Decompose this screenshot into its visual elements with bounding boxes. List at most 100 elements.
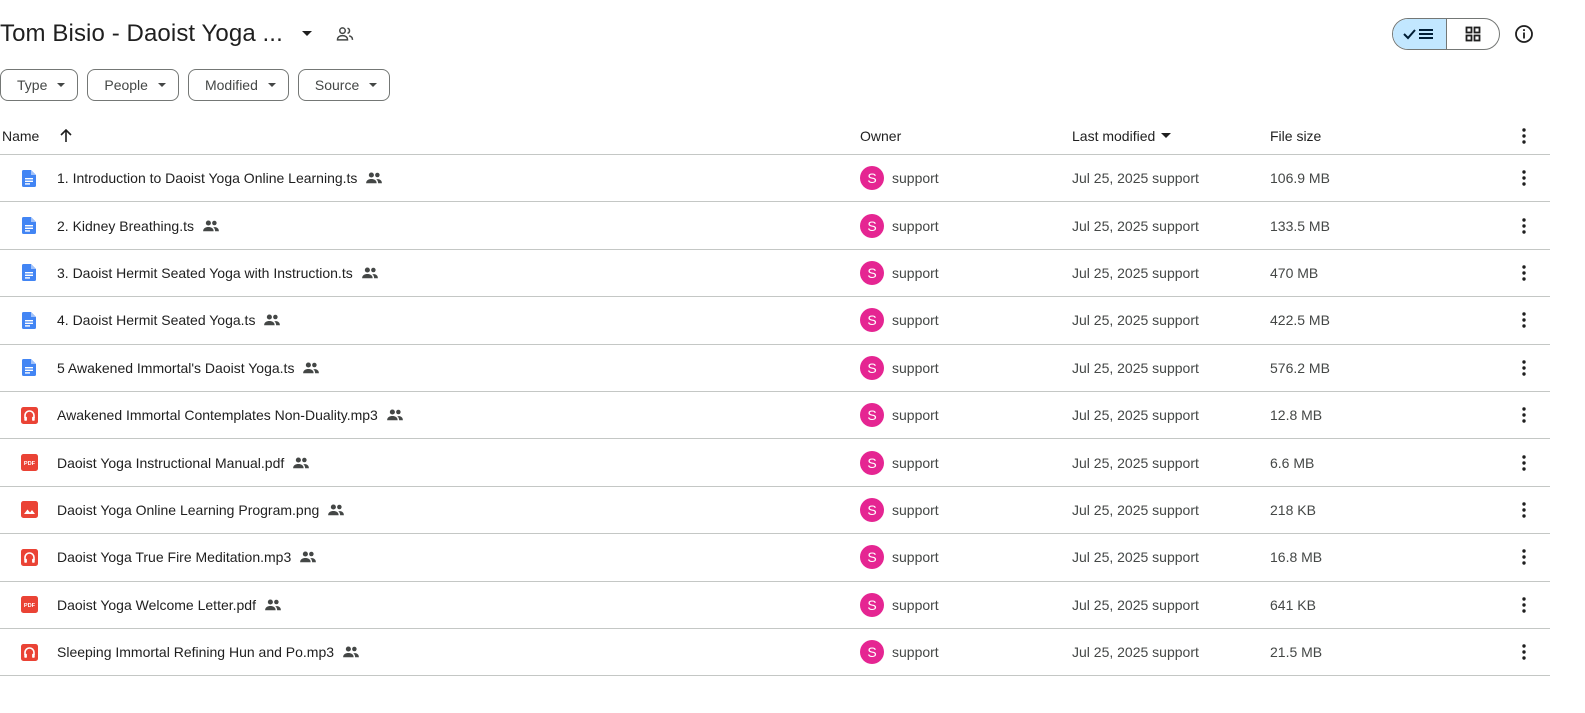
document-icon: [20, 264, 38, 282]
filter-label: Source: [314, 77, 360, 93]
avatar: S: [860, 260, 884, 285]
document-icon: [20, 217, 38, 235]
last-modified-cell: Jul 25, 2025 support: [1072, 217, 1199, 234]
last-modified-cell: Jul 25, 2025 support: [1072, 644, 1199, 661]
file-size-cell: 21.5 MB: [1270, 644, 1323, 661]
table-header: Name Owner Last modified File size: [0, 117, 1550, 155]
more-vert-icon[interactable]: [1512, 261, 1536, 285]
owner-name: support: [892, 407, 939, 424]
table-row[interactable]: Daoist Yoga Online Learning Program.png S…: [0, 487, 1550, 535]
table-row[interactable]: 2. Kidney Breathing.ts Ssupport Jul 25, 20…: [0, 202, 1550, 250]
file-size-cell: 470 MB: [1270, 264, 1319, 281]
more-vert-icon[interactable]: [1512, 403, 1536, 427]
table-row[interactable]: Sleeping Immortal Refining Hun and Po.mp…: [0, 629, 1550, 677]
more-vert-icon[interactable]: [1512, 124, 1536, 148]
last-modified-cell: Jul 25, 2025 support: [1072, 312, 1199, 329]
shared-icon: [327, 503, 345, 517]
avatar: S: [860, 308, 884, 333]
file-name[interactable]: 5 Awakened Immortal's Daoist Yoga.ts: [57, 360, 294, 376]
file-name-cell: 1. Introduction to Daoist Yoga Online Le…: [57, 170, 383, 186]
table-row[interactable]: PDF Daoist Yoga Welcome Letter.pdf Ssuppor…: [0, 582, 1550, 629]
last-modified-cell: Jul 25, 2025 support: [1072, 359, 1199, 376]
file-name-cell: 4. Daoist Hermit Seated Yoga.ts: [57, 312, 281, 328]
more-vert-icon[interactable]: [1512, 356, 1536, 380]
table-row[interactable]: Awakened Immortal Contemplates Non-Duali…: [0, 392, 1550, 440]
audio-file-icon: [20, 406, 38, 424]
table-row[interactable]: 1. Introduction to Daoist Yoga Online Le…: [0, 155, 1550, 203]
name-column-header[interactable]: Name: [2, 128, 73, 144]
arrow-up-icon[interactable]: [59, 128, 73, 143]
more-vert-icon[interactable]: [1512, 308, 1536, 332]
file-name[interactable]: Daoist Yoga Welcome Letter.pdf: [57, 597, 256, 613]
filter-source[interactable]: Source: [297, 69, 391, 101]
grid-view-button[interactable]: [1447, 19, 1500, 49]
owner-name: support: [892, 501, 939, 518]
file-name[interactable]: Daoist Yoga Online Learning Program.png: [57, 502, 319, 518]
more-vert-icon[interactable]: [1512, 166, 1536, 190]
shared-icon: [292, 456, 310, 470]
owner-name: support: [892, 170, 939, 187]
file-size-cell: 422.5 MB: [1270, 312, 1330, 329]
more-vert-icon[interactable]: [1512, 214, 1536, 238]
filter-modified[interactable]: Modified: [187, 69, 289, 101]
table-row[interactable]: PDF Daoist Yoga Instructional Manual.pdf S…: [0, 439, 1550, 487]
file-name[interactable]: Awakened Immortal Contemplates Non-Duali…: [57, 407, 378, 423]
owner-name: support: [892, 217, 939, 234]
filter-label: People: [104, 77, 148, 93]
owner-cell: Ssupport: [860, 166, 939, 191]
file-size-column-header[interactable]: File size: [1270, 128, 1321, 144]
filter-people[interactable]: People: [87, 69, 179, 101]
chevron-down-icon: [157, 83, 166, 87]
filter-type[interactable]: Type: [0, 69, 79, 101]
file-name[interactable]: Daoist Yoga Instructional Manual.pdf: [57, 455, 284, 471]
arrow-drop-down-icon[interactable]: [295, 22, 319, 46]
check-list-icon: [1403, 29, 1434, 40]
info-icon[interactable]: [1512, 22, 1536, 46]
owner-name: support: [892, 549, 939, 566]
file-size-cell: 576.2 MB: [1270, 359, 1330, 376]
file-size-cell: 16.8 MB: [1270, 549, 1323, 566]
file-name[interactable]: 2. Kidney Breathing.ts: [57, 218, 194, 234]
file-name-cell: Sleeping Immortal Refining Hun and Po.mp…: [57, 644, 360, 660]
more-vert-icon[interactable]: [1512, 451, 1536, 475]
file-name[interactable]: Daoist Yoga True Fire Meditation.mp3: [57, 549, 291, 565]
owner-cell: Ssupport: [860, 403, 939, 428]
file-size-cell: 218 KB: [1270, 501, 1316, 518]
shared-icon: [365, 171, 383, 185]
owner-column-header[interactable]: Owner: [860, 128, 901, 144]
table-row[interactable]: 4. Daoist Hermit Seated Yoga.ts Ssupport J…: [0, 297, 1550, 345]
svg-text:PDF: PDF: [23, 603, 35, 609]
grid-icon: [1465, 26, 1481, 42]
file-name[interactable]: 3. Daoist Hermit Seated Yoga with Instru…: [57, 265, 353, 281]
table-row[interactable]: Daoist Yoga True Fire Meditation.mp3 Ssup…: [0, 534, 1550, 582]
filter-label: Modified: [204, 77, 258, 93]
more-vert-icon[interactable]: [1512, 593, 1536, 617]
table-row[interactable]: 3. Daoist Hermit Seated Yoga with Instru…: [0, 250, 1550, 298]
table-row[interactable]: 5 Awakened Immortal's Daoist Yoga.ts Ssup…: [0, 345, 1550, 392]
avatar: S: [860, 450, 884, 475]
last-modified-column-header[interactable]: Last modified: [1072, 128, 1172, 144]
file-name[interactable]: Sleeping Immortal Refining Hun and Po.mp…: [57, 644, 334, 660]
avatar: S: [860, 355, 884, 380]
avatar: S: [860, 497, 884, 522]
folder-title[interactable]: Tom Bisio - Daoist Yoga ...: [0, 20, 283, 48]
people-outline-icon[interactable]: [333, 22, 357, 46]
more-vert-icon[interactable]: [1512, 498, 1536, 522]
file-name[interactable]: 1. Introduction to Daoist Yoga Online Le…: [57, 170, 357, 186]
more-vert-icon[interactable]: [1512, 545, 1536, 569]
folder-header: Tom Bisio - Daoist Yoga ...: [0, 14, 357, 54]
file-size-cell: 106.9 MB: [1270, 170, 1330, 187]
document-icon: [20, 359, 38, 377]
file-size-cell: 6.6 MB: [1270, 454, 1315, 471]
owner-cell: Ssupport: [860, 640, 939, 665]
document-icon: [20, 169, 38, 187]
more-vert-icon[interactable]: [1512, 640, 1536, 664]
owner-cell: Ssupport: [860, 592, 939, 617]
owner-cell: Ssupport: [860, 545, 939, 570]
audio-file-icon: [20, 548, 38, 566]
file-name[interactable]: 4. Daoist Hermit Seated Yoga.ts: [57, 312, 255, 328]
owner-cell: Ssupport: [860, 450, 939, 475]
file-size-cell: 641 KB: [1270, 596, 1316, 613]
list-view-button[interactable]: [1393, 19, 1447, 49]
file-size-cell: 133.5 MB: [1270, 217, 1330, 234]
